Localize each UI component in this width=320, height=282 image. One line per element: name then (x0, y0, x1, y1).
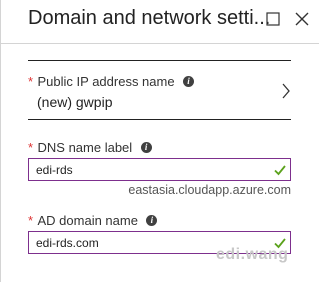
required-marker: * (28, 140, 34, 155)
dns-label: DNS name label (37, 140, 133, 155)
info-icon[interactable]: i (140, 142, 152, 154)
dns-suffix: eastasia.cloudapp.azure.com (128, 183, 291, 197)
close-icon[interactable] (293, 10, 311, 28)
required-marker: * (28, 74, 34, 89)
dns-name-input[interactable]: edi-rds (28, 158, 291, 181)
required-marker: * (28, 213, 34, 228)
info-icon[interactable]: i (183, 76, 195, 88)
blade-header: Domain and network setti... (1, 0, 319, 44)
blade-panel: Domain and network setti... * Public IP … (0, 0, 319, 282)
info-icon[interactable]: i (146, 215, 158, 227)
dns-label-row: * DNS name label i (28, 139, 152, 157)
dns-name-value: edi-rds (36, 163, 73, 177)
ad-domain-value: edi-rds.com (36, 236, 99, 250)
public-ip-value: (new) gwpip (37, 94, 113, 110)
blade-title: Domain and network setti... (28, 7, 271, 29)
public-ip-label: Public IP address name (37, 74, 175, 89)
ad-domain-label: AD domain name (37, 213, 138, 228)
maximize-icon[interactable] (264, 10, 282, 28)
public-ip-label-row: * Public IP address name i (28, 73, 195, 91)
chevron-right-icon (281, 83, 291, 99)
ad-domain-label-row: * AD domain name i (28, 212, 158, 230)
checkmark-icon (274, 163, 286, 176)
watermark: edi.wang (216, 246, 289, 263)
public-ip-selector[interactable]: * Public IP address name i (new) gwpip (28, 60, 291, 120)
